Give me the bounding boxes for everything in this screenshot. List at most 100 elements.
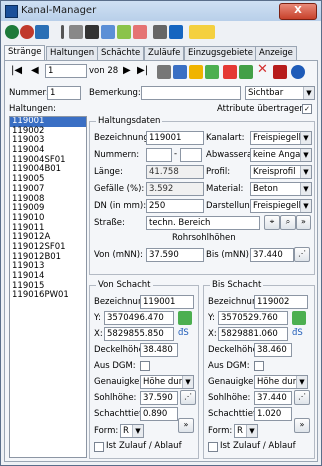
list-item[interactable]: 119016PW01 — [10, 291, 86, 301]
profil-value: Kreisprofil — [253, 167, 296, 177]
von-y-label: Y: — [94, 313, 101, 323]
bis-dgm-checkbox[interactable] — [254, 361, 264, 371]
last-record-icon[interactable]: ▶| — [137, 65, 148, 76]
strasse-input[interactable]: techn. Bereich — [146, 216, 260, 230]
bis-tiefe-input[interactable]: 1.020 — [254, 407, 292, 421]
dn-input[interactable]: 250 — [146, 199, 204, 213]
von-genauigkeit-select[interactable]: Höhe durch ▼ — [140, 375, 194, 389]
tab-straenge[interactable]: Stränge — [4, 45, 46, 60]
close-button[interactable]: X — [279, 3, 317, 20]
print-icon[interactable] — [153, 25, 167, 39]
bemerkung-input[interactable] — [141, 86, 241, 100]
bis-form-select[interactable]: R ▼ — [234, 424, 258, 438]
layer-icon[interactable] — [169, 25, 183, 39]
profile-graph-icon[interactable]: ⋰ — [294, 247, 310, 262]
sichtbar-select[interactable]: Sichtbar ▼ — [245, 86, 315, 100]
bis-form-value: R — [237, 426, 243, 436]
von-sohl-graph-icon[interactable]: ⋰ — [180, 390, 196, 405]
window-title: Kanal-Manager — [21, 5, 97, 16]
filter-icon[interactable] — [223, 65, 237, 79]
bis-bezeichnung-input[interactable]: 119002 — [254, 295, 308, 309]
bis-sohl-graph-icon[interactable]: ⋰ — [294, 390, 310, 405]
von-dgm-checkbox[interactable] — [140, 361, 150, 371]
nummern-input-2[interactable] — [180, 148, 202, 162]
material-value: Beton — [253, 184, 278, 194]
nummern-input-1[interactable] — [146, 148, 172, 162]
tab-schaechte[interactable]: Schächte — [97, 46, 145, 60]
bis-x-input[interactable]: 5829881.060 — [218, 327, 288, 341]
bis-coord-icon[interactable]: đS — [292, 328, 303, 338]
bis-sohl-input[interactable]: 37.440 — [254, 391, 292, 405]
tab-zulaeufe[interactable]: Zuläufe — [144, 46, 185, 60]
profil-select[interactable]: Kreisprofil ▼ — [250, 165, 312, 179]
chart-icon[interactable] — [117, 25, 131, 39]
help-icon[interactable] — [291, 65, 305, 79]
network-icon[interactable] — [35, 25, 49, 39]
bis-input[interactable]: 37.440 — [250, 248, 294, 262]
von-sohl-label: Sohlhöhe: — [94, 393, 137, 403]
von-more-button[interactable]: » — [178, 418, 194, 433]
record-total: von 28 — [89, 66, 119, 76]
von-tiefe-input[interactable]: 0.890 — [140, 407, 178, 421]
von-bezeichnung-input[interactable]: 119001 — [140, 295, 194, 309]
chevron-down-icon: ▼ — [182, 376, 193, 388]
bis-schacht-group: Bis Schacht Bezeichnung: 119002 Y: 35705… — [203, 280, 315, 459]
von-schacht-group: Von Schacht Bezeichnung: 119001 Y: 35704… — [89, 280, 199, 459]
bezeichnung-input[interactable]: 119001 — [146, 131, 204, 145]
tab-haltungen[interactable]: Haltungen — [46, 46, 99, 60]
chevron-down-icon: ▼ — [300, 200, 311, 212]
von-form-select[interactable]: R ▼ — [120, 424, 144, 438]
red-circle-icon[interactable] — [20, 25, 34, 39]
map-pick-icon[interactable]: ⌖ — [264, 215, 280, 230]
bis-map-icon[interactable] — [292, 311, 306, 325]
copy-icon[interactable] — [189, 65, 203, 79]
von-input[interactable]: 37.590 — [146, 248, 204, 262]
bis-zulauf-checkbox[interactable] — [208, 442, 218, 452]
save-icon[interactable] — [173, 65, 187, 79]
yellow-tool-icon[interactable] — [189, 25, 215, 39]
nummer-input[interactable]: 1 — [47, 86, 81, 100]
record-number-input[interactable]: 1 — [45, 64, 87, 78]
haltungen-list[interactable]: 119001 119002 119003 119004 119004SF01 1… — [9, 116, 87, 458]
von-x-input[interactable]: 5829855.850 — [104, 327, 174, 341]
bis-more-button[interactable]: » — [294, 418, 310, 433]
strasse-more-button[interactable]: » — [296, 215, 311, 230]
first-record-icon[interactable]: |◀ — [11, 65, 22, 76]
chevron-down-icon: ▼ — [132, 425, 143, 437]
grid-icon[interactable] — [85, 25, 99, 39]
delete-icon[interactable]: ✕ — [257, 62, 268, 77]
von-map-icon[interactable] — [178, 311, 192, 325]
darstellung-select[interactable]: Freispiegelkanal▼ — [250, 199, 312, 213]
von-y-input[interactable]: 3570496.470 — [104, 311, 174, 325]
bis-y-input[interactable]: 3570529.760 — [218, 311, 288, 325]
prev-record-icon[interactable]: ◀ — [31, 65, 39, 76]
chevron-down-icon: ▼ — [300, 183, 311, 195]
attribute-label: Attribute übertragen — [217, 104, 305, 114]
material-select[interactable]: Beton ▼ — [250, 182, 312, 196]
bezeichnung-label: Bezeichnung: — [94, 133, 152, 143]
bis-y-label: Y: — [208, 313, 215, 323]
abwasserart-select[interactable]: keine Angabe ▼ — [250, 148, 312, 162]
tab-anzeige[interactable]: Anzeige — [255, 46, 297, 60]
bemerkung-label: Bemerkung: — [89, 88, 141, 98]
profile-icon[interactable] — [133, 25, 147, 39]
bis-deckel-input[interactable]: 38.460 — [254, 343, 292, 357]
von-coord-icon[interactable]: đS — [178, 328, 189, 338]
von-sohl-input[interactable]: 37.590 — [140, 391, 178, 405]
tab-bar: Stränge Haltungen Schächte Zuläufe Einzu… — [4, 45, 320, 60]
tab-einzugsgebiete[interactable]: Einzugsgebiete — [184, 46, 257, 60]
image-icon[interactable] — [101, 25, 115, 39]
stop-icon[interactable] — [273, 65, 287, 79]
edit-icon[interactable] — [239, 65, 253, 79]
split-icon[interactable] — [205, 65, 219, 79]
table-icon[interactable] — [69, 25, 83, 39]
attribute-checkbox[interactable]: ✓ — [302, 104, 312, 114]
von-zulauf-checkbox[interactable] — [94, 442, 104, 452]
new-record-icon[interactable] — [157, 65, 171, 79]
green-circle-icon[interactable] — [5, 25, 19, 39]
von-deckel-input[interactable]: 38.480 — [140, 343, 178, 357]
kanalart-select[interactable]: Freispiegelkanal▼ — [250, 131, 312, 145]
street-search-icon[interactable]: ⌕ — [280, 215, 296, 230]
next-record-icon[interactable]: ▶ — [123, 65, 131, 76]
bis-genauigkeit-select[interactable]: Höhe durch ▼ — [254, 375, 308, 389]
